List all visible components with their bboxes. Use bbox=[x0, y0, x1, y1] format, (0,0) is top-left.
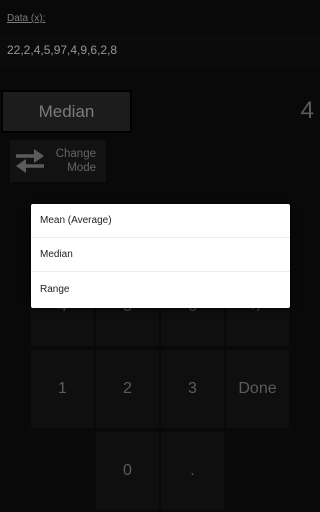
menu-item-range[interactable]: Range bbox=[31, 272, 290, 306]
menu-item-mean[interactable]: Mean (Average) bbox=[31, 204, 290, 238]
mode-menu: Mean (Average) Median Range bbox=[31, 204, 290, 308]
menu-item-median[interactable]: Median bbox=[31, 238, 290, 272]
